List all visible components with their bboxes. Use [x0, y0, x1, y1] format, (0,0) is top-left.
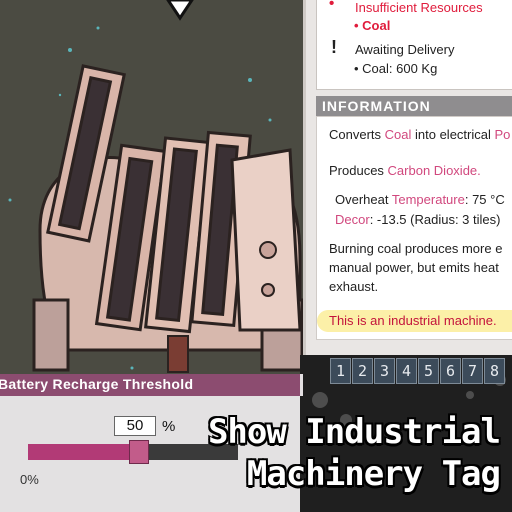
threshold-unit-label: % [162, 418, 176, 435]
caption-line-1: Show Industrial [207, 412, 501, 452]
information-header[interactable]: INFORMATION [316, 96, 512, 116]
text: Overheat [335, 192, 392, 207]
status-delivery-label: Awaiting Delivery [355, 42, 455, 57]
info-description-line-1: Burning coal produces more e [329, 241, 503, 256]
exclamation-icon: ! [331, 37, 337, 57]
text: Produces [329, 163, 388, 178]
battery-threshold-title-bar: Battery Recharge Threshold [0, 374, 303, 396]
threshold-slider-fill [28, 444, 133, 460]
number-button-5[interactable]: 5 [418, 358, 439, 384]
threshold-value-input[interactable]: 50 [114, 416, 156, 436]
number-button-7[interactable]: 7 [462, 358, 483, 384]
status-box: • Insufficient Resources • Coal ! Awaiti… [316, 0, 512, 90]
status-insufficient-label: Insufficient Resources [355, 0, 483, 15]
industrial-machine-tag: This is an industrial machine. [317, 310, 512, 332]
temperature-link[interactable]: Temperature [392, 192, 465, 207]
coal-link[interactable]: Coal [385, 127, 412, 142]
red-dot-icon: • [329, 0, 335, 12]
text: Converts [329, 127, 385, 142]
slider-min-label: 0% [20, 472, 39, 487]
information-body: Converts Coal into electrical Po Produce… [316, 116, 512, 340]
caption-overlay: Show Industrial Machinery Tag [208, 404, 512, 512]
info-decor-line: Decor: -13.5 (Radius: 3 tiles) [335, 212, 500, 227]
status-delivery-item: • Coal: 600 Kg [354, 61, 438, 76]
info-overheat-line: Overheat Temperature: 75 °C [335, 192, 505, 207]
power-link[interactable]: Po [494, 127, 510, 142]
number-button-1[interactable]: 1 [330, 358, 351, 384]
text: into electrical [411, 127, 495, 142]
threshold-slider-handle[interactable] [129, 440, 149, 464]
battery-threshold-title: Battery Recharge Threshold [0, 376, 194, 392]
text: : 75 °C [464, 192, 505, 207]
building-info-panel: • Insufficient Resources • Coal ! Awaiti… [303, 0, 512, 355]
decor-link[interactable]: Decor [335, 212, 370, 227]
number-button-2[interactable]: 2 [352, 358, 373, 384]
text: : -13.5 (Radius: 3 tiles) [369, 212, 501, 227]
info-description-line-3: exhaust. [329, 279, 379, 294]
number-button-8[interactable]: 8 [484, 358, 505, 384]
number-button-3[interactable]: 3 [374, 358, 395, 384]
threshold-slider[interactable] [28, 440, 238, 464]
number-button-4[interactable]: 4 [396, 358, 417, 384]
caption-line-2: Machinery Tag [246, 454, 501, 494]
carbon-dioxide-link[interactable]: Carbon Dioxide. [388, 163, 481, 178]
status-insufficient-item: • Coal [354, 18, 391, 33]
info-produces-line: Produces Carbon Dioxide. [329, 163, 481, 178]
info-description-line-2: manual power, but emits heat [329, 260, 499, 275]
info-converts-line: Converts Coal into electrical Po [329, 127, 510, 142]
number-button-6[interactable]: 6 [440, 358, 461, 384]
